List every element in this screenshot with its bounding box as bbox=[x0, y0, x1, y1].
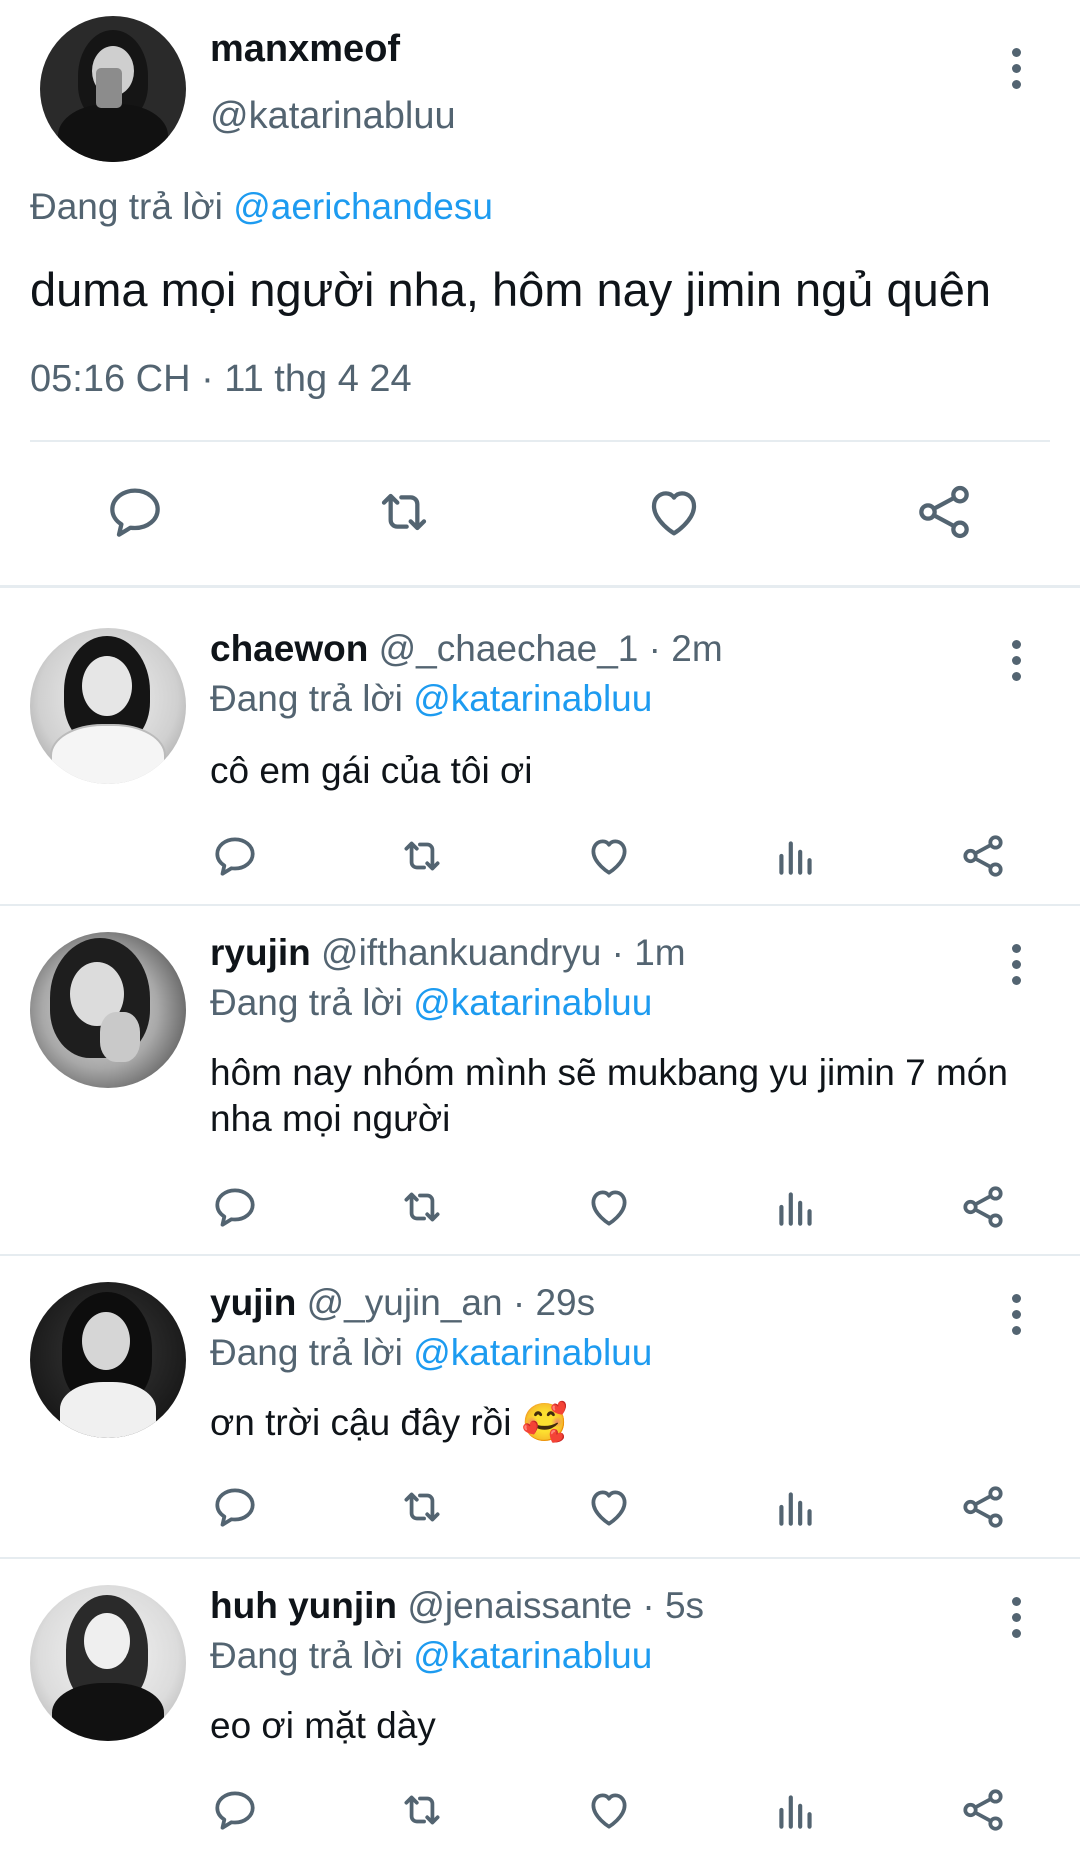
replying-to-mention[interactable]: @katarinabluu bbox=[413, 1332, 652, 1373]
replying-to-label: Đang trả lời bbox=[210, 678, 403, 719]
avatar[interactable] bbox=[30, 932, 186, 1088]
reply-handle-time[interactable]: @jenaissante · 5s bbox=[407, 1585, 704, 1626]
replying-to-label: Đang trả lời bbox=[210, 982, 403, 1023]
views-icon[interactable] bbox=[771, 1785, 821, 1835]
reply-tweet[interactable]: yujin @_yujin_an · 29s Đang trả lời @kat… bbox=[0, 1282, 1080, 1552]
reply-display-name[interactable]: chaewon bbox=[210, 628, 368, 669]
section-divider bbox=[0, 1254, 1080, 1256]
reply-tweet[interactable]: huh yunjin @jenaissante · 5s Đang trả lờ… bbox=[0, 1585, 1080, 1853]
replying-to-line: Đang trả lời @katarinabluu bbox=[210, 1332, 652, 1374]
reply-icon[interactable] bbox=[210, 831, 260, 881]
replying-to-mention[interactable]: @katarinabluu bbox=[413, 678, 652, 719]
reply-header: yujin @_yujin_an · 29s bbox=[210, 1282, 595, 1324]
retweet-icon[interactable] bbox=[397, 1785, 447, 1835]
heart-icon[interactable] bbox=[642, 480, 706, 544]
replying-to-mention[interactable]: @katarinabluu bbox=[413, 982, 652, 1023]
replying-to-label: Đang trả lời bbox=[210, 1635, 403, 1676]
replying-to-label: Đang trả lời bbox=[30, 186, 223, 227]
avatar[interactable] bbox=[30, 628, 186, 784]
views-icon[interactable] bbox=[771, 1182, 821, 1232]
heart-icon[interactable] bbox=[584, 1482, 634, 1532]
reply-icon[interactable] bbox=[210, 1182, 260, 1232]
reply-display-name[interactable]: huh yunjin bbox=[210, 1585, 397, 1626]
more-options-icon[interactable] bbox=[1006, 1597, 1026, 1641]
reply-display-name[interactable]: ryujin bbox=[210, 932, 311, 973]
reply-text: cô em gái của tôi ơi bbox=[210, 750, 533, 791]
main-tweet-avatar[interactable] bbox=[40, 16, 186, 162]
reply-text: eo ơi mặt dày bbox=[210, 1705, 436, 1746]
divider bbox=[30, 440, 1050, 442]
reply-handle-time[interactable]: @ifthankuandryu · 1m bbox=[321, 932, 686, 973]
heart-icon[interactable] bbox=[584, 831, 634, 881]
retweet-icon[interactable] bbox=[397, 1482, 447, 1532]
retweet-icon[interactable] bbox=[397, 1182, 447, 1232]
main-tweet-handle[interactable]: @katarinabluu bbox=[210, 95, 456, 138]
heart-icon[interactable] bbox=[584, 1182, 634, 1232]
reply-header: ryujin @ifthankuandryu · 1m bbox=[210, 932, 686, 974]
more-options-icon[interactable] bbox=[1006, 640, 1026, 684]
views-icon[interactable] bbox=[771, 1482, 821, 1532]
reply-icon[interactable] bbox=[210, 1785, 260, 1835]
retweet-icon[interactable] bbox=[397, 831, 447, 881]
share-icon[interactable] bbox=[958, 1785, 1008, 1835]
reply-tweet[interactable]: ryujin @ifthankuandryu · 1m Đang trả lời… bbox=[0, 932, 1080, 1252]
reply-header: huh yunjin @jenaissante · 5s bbox=[210, 1585, 704, 1627]
reply-header: chaewon @_chaechae_1 · 2m bbox=[210, 628, 723, 670]
share-icon[interactable] bbox=[958, 831, 1008, 881]
reply-text: hôm nay nhóm mình sẽ mukbang yu jimin 7 … bbox=[210, 1052, 1008, 1139]
reply-icon[interactable] bbox=[210, 1482, 260, 1532]
replying-to-line: Đang trả lời @aerichandesu bbox=[30, 186, 493, 228]
replying-to-line: Đang trả lời @katarinabluu bbox=[210, 1635, 652, 1677]
replying-to-mention[interactable]: @katarinabluu bbox=[413, 1635, 652, 1676]
more-options-icon[interactable] bbox=[1006, 1294, 1026, 1338]
section-divider bbox=[0, 585, 1080, 588]
views-icon[interactable] bbox=[771, 831, 821, 881]
replying-to-line: Đang trả lời @katarinabluu bbox=[210, 678, 652, 720]
share-icon[interactable] bbox=[958, 1182, 1008, 1232]
reply-handle-time[interactable]: @_yujin_an · 29s bbox=[307, 1282, 596, 1323]
main-tweet-text: duma mọi người nha, hôm nay jimin ngủ qu… bbox=[30, 263, 992, 316]
reply-text: ơn trời cậu đây rồi 🥰 bbox=[210, 1402, 568, 1443]
avatar[interactable] bbox=[30, 1282, 186, 1438]
share-icon[interactable] bbox=[958, 1482, 1008, 1532]
main-tweet: manxmeof @katarinabluu Đang trả lời @aer… bbox=[0, 0, 1080, 586]
main-tweet-timestamp[interactable]: 05:16 CH · 11 thg 4 24 bbox=[30, 358, 412, 401]
more-options-icon[interactable] bbox=[1006, 48, 1026, 92]
replying-to-line: Đang trả lời @katarinabluu bbox=[210, 982, 652, 1024]
share-icon[interactable] bbox=[912, 480, 976, 544]
retweet-icon[interactable] bbox=[372, 480, 436, 544]
section-divider bbox=[0, 904, 1080, 906]
replying-to-mention[interactable]: @aerichandesu bbox=[233, 186, 493, 227]
more-options-icon[interactable] bbox=[1006, 944, 1026, 988]
main-tweet-display-name[interactable]: manxmeof bbox=[210, 28, 400, 71]
avatar[interactable] bbox=[30, 1585, 186, 1741]
reply-icon[interactable] bbox=[103, 480, 167, 544]
reply-tweet[interactable]: chaewon @_chaechae_1 · 2m Đang trả lời @… bbox=[0, 628, 1080, 903]
heart-icon[interactable] bbox=[584, 1785, 634, 1835]
replying-to-label: Đang trả lời bbox=[210, 1332, 403, 1373]
reply-display-name[interactable]: yujin bbox=[210, 1282, 296, 1323]
section-divider bbox=[0, 1557, 1080, 1559]
reply-handle-time[interactable]: @_chaechae_1 · 2m bbox=[379, 628, 723, 669]
